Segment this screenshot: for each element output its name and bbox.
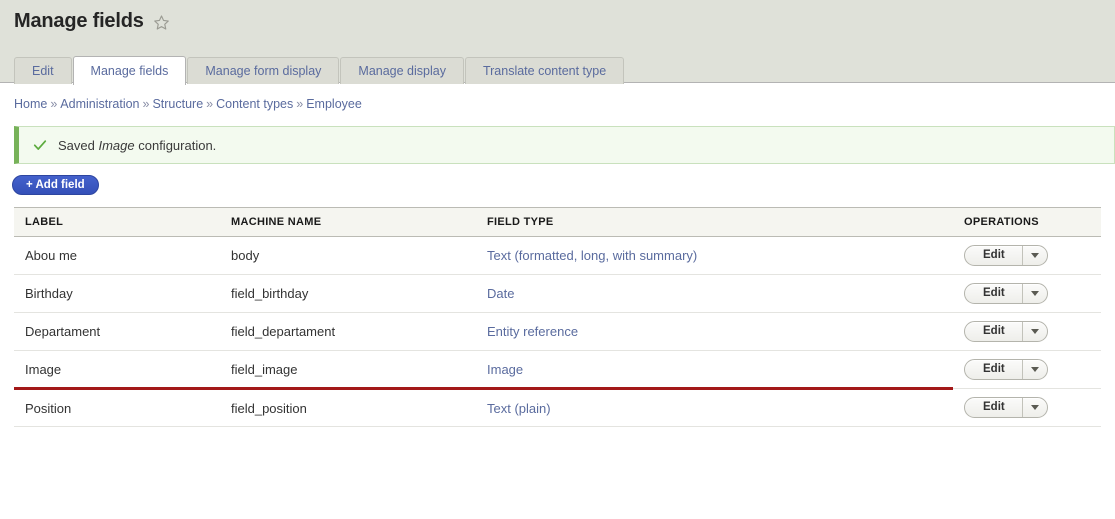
breadcrumb-separator: » [142,97,150,111]
star-outline-icon[interactable] [153,14,170,31]
cell-field-type: Entity reference [476,312,953,351]
fields-table: LABEL MACHINE NAME FIELD TYPE OPERATIONS… [14,207,1101,427]
column-header-field-type: FIELD TYPE [476,207,953,237]
cell-label: Departament [14,312,220,351]
cell-label: Position [14,388,220,427]
chevron-down-icon [1030,367,1039,372]
operations-dropbutton: Edit [964,321,1048,342]
primary-tabs: Edit Manage fields Manage form display M… [14,56,625,85]
cell-machine-name: field_position [220,388,476,427]
tab-manage-display[interactable]: Manage display [340,57,464,84]
cell-field-type: Text (plain) [476,388,953,427]
edit-button[interactable]: Edit [965,246,1022,265]
cell-operations: Edit [953,350,1101,389]
field-type-link[interactable]: Entity reference [487,324,578,339]
table-header-row: LABEL MACHINE NAME FIELD TYPE OPERATIONS [14,207,1101,237]
cell-operations: Edit [953,236,1101,275]
table-row: Position field_position Text (plain) Edi… [14,388,1101,427]
status-message-text: Saved Image configuration. [58,138,216,153]
chevron-down-icon [1030,329,1039,334]
cell-machine-name: body [220,236,476,275]
cell-label: Abou me [14,236,220,275]
edit-button[interactable]: Edit [965,322,1022,341]
cell-machine-name: field_birthday [220,274,476,313]
operations-dropbutton: Edit [964,397,1048,418]
breadcrumb-item-content-types[interactable]: Content types [216,97,293,111]
column-header-label: LABEL [14,207,220,237]
check-icon [33,138,47,152]
edit-button[interactable]: Edit [965,398,1022,417]
tab-manage-form-display[interactable]: Manage form display [187,57,340,84]
table-row: Abou me body Text (formatted, long, with… [14,236,1101,275]
cell-operations: Edit [953,274,1101,313]
operations-toggle[interactable] [1021,360,1047,379]
chevron-down-icon [1030,253,1039,258]
edit-button[interactable]: Edit [965,360,1022,379]
status-suffix: configuration. [134,137,217,153]
cell-label: Image [14,350,220,390]
fields-table-body: Abou me body Text (formatted, long, with… [14,236,1101,427]
tab-manage-fields[interactable]: Manage fields [72,56,187,85]
table-row: Departament field_departament Entity ref… [14,312,1101,351]
cell-field-type: Text (formatted, long, with summary) [476,236,953,275]
status-prefix: Saved [58,137,99,153]
field-type-link[interactable]: Date [487,286,514,301]
breadcrumb-separator: » [296,97,304,111]
tab-edit[interactable]: Edit [14,57,72,84]
operations-dropbutton: Edit [964,283,1048,304]
operations-dropbutton: Edit [964,359,1048,380]
operations-toggle[interactable] [1021,246,1047,265]
breadcrumb-item-employee[interactable]: Employee [306,97,362,111]
cell-operations: Edit [953,388,1101,427]
chevron-down-icon [1030,291,1039,296]
breadcrumb-item-home[interactable]: Home [14,97,47,111]
tab-translate-content-type[interactable]: Translate content type [464,57,625,84]
cell-field-type: Image [476,350,953,390]
field-type-link[interactable]: Image [487,362,523,377]
table-row-highlighted: Image field_image Image Edit [14,350,1101,390]
add-field-button[interactable]: + Add field [12,175,99,195]
table-row: Birthday field_birthday Date Edit [14,274,1101,313]
breadcrumb-separator: » [50,97,58,111]
cell-field-type: Date [476,274,953,313]
edit-button[interactable]: Edit [965,284,1022,303]
fields-table-head: LABEL MACHINE NAME FIELD TYPE OPERATIONS [14,207,1101,237]
cell-operations: Edit [953,312,1101,351]
chevron-down-icon [1030,405,1039,410]
cell-machine-name: field_image [220,350,476,390]
column-header-machine-name: MACHINE NAME [220,207,476,237]
page-title: Manage fields [14,10,144,32]
field-type-link[interactable]: Text (plain) [487,401,551,416]
status-emphasis: Image [98,137,135,153]
cell-machine-name: field_departament [220,312,476,351]
page-title-row: Manage fields [14,11,170,31]
status-message: Saved Image configuration. [14,126,1115,164]
operations-toggle[interactable] [1021,322,1047,341]
breadcrumb: Home» Administration» Structure» Content ty… [14,96,362,112]
cell-label: Birthday [14,274,220,313]
column-header-operations: OPERATIONS [953,207,1101,237]
field-type-link[interactable]: Text (formatted, long, with summary) [487,248,697,263]
breadcrumb-item-administration[interactable]: Administration [60,97,139,111]
breadcrumb-separator: » [206,97,214,111]
breadcrumb-item-structure[interactable]: Structure [152,97,203,111]
operations-toggle[interactable] [1021,398,1047,417]
operations-dropbutton: Edit [964,245,1048,266]
operations-toggle[interactable] [1021,284,1047,303]
